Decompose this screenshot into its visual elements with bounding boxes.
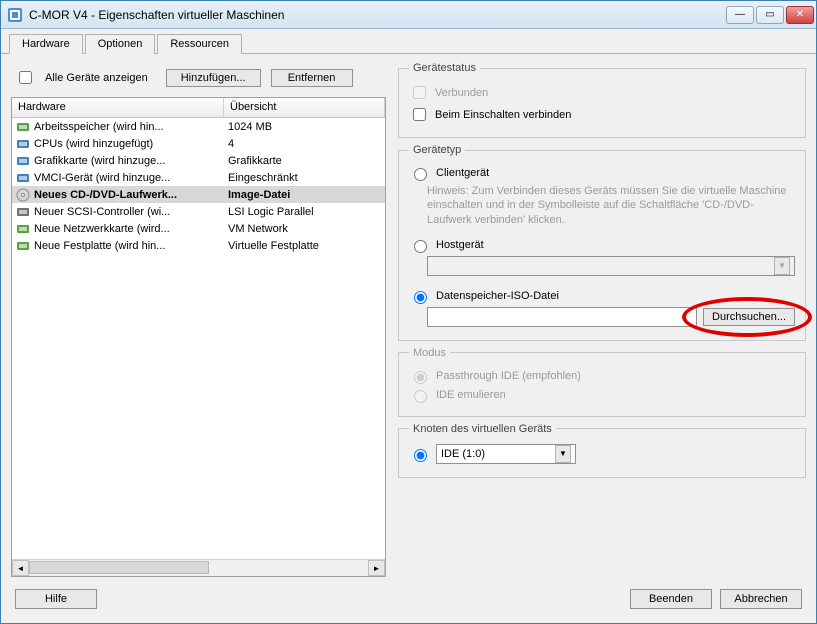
node-radio[interactable] <box>414 449 427 462</box>
footer: Hilfe Beenden Abbrechen <box>1 579 816 623</box>
client-device-label: Clientgerät <box>436 167 489 179</box>
left-pane: Alle Geräte anzeigen Hinzufügen... Entfe… <box>11 60 386 577</box>
connected-checkbox <box>413 86 426 99</box>
show-all-checkbox[interactable] <box>19 71 32 84</box>
tabs: Hardware Optionen Ressourcen <box>1 29 816 54</box>
row-overview: LSI Logic Parallel <box>224 206 385 218</box>
iso-label: Datenspeicher-ISO-Datei <box>436 290 559 302</box>
device-status-group: Gerätestatus Verbunden Beim Einschalten … <box>398 62 806 138</box>
table-row[interactable]: Neue Festplatte (wird hin... Virtuelle Fe… <box>12 237 385 254</box>
table-row[interactable]: Neues CD-/DVD-Laufwerk... Image-Datei <box>12 186 385 203</box>
passthrough-radio <box>414 371 427 384</box>
titlebar: C-MOR V4 - Eigenschaften virtueller Masc… <box>1 1 816 29</box>
scroll-right-icon[interactable]: ► <box>368 560 385 576</box>
device-type-group: Gerätetyp Clientgerät Hinweis: Zum Verbi… <box>398 144 806 341</box>
cancel-button[interactable]: Abbrechen <box>720 589 802 609</box>
row-name: Neuer SCSI-Controller (wi... <box>34 206 170 218</box>
device-type-legend: Gerätetyp <box>409 144 465 156</box>
mode-group: Modus Passthrough IDE (empfohlen) IDE em… <box>398 347 806 417</box>
window: C-MOR V4 - Eigenschaften virtueller Masc… <box>0 0 817 624</box>
row-name: Neues CD-/DVD-Laufwerk... <box>34 189 177 201</box>
row-name: Grafikkarte (wird hinzuge... <box>34 155 165 167</box>
ram-icon <box>16 120 30 134</box>
client-device-radio[interactable] <box>414 168 427 181</box>
passthrough-label: Passthrough IDE (empfohlen) <box>436 370 581 382</box>
poweron-connect-label: Beim Einschalten verbinden <box>435 109 571 121</box>
col-overview[interactable]: Übersicht <box>224 98 385 117</box>
table-row[interactable]: Arbeitsspeicher (wird hin... 1024 MB <box>12 118 385 135</box>
hdd-icon <box>16 239 30 253</box>
hardware-list: Hardware Übersicht Arbeitsspeicher (wird… <box>11 97 386 577</box>
row-overview: Image-Datei <box>224 189 385 201</box>
poweron-connect-checkbox[interactable] <box>413 108 426 121</box>
help-button[interactable]: Hilfe <box>15 589 97 609</box>
virtual-node-group: Knoten des virtuellen Geräts IDE (1:0) ▼ <box>398 423 806 478</box>
right-pane: Gerätestatus Verbunden Beim Einschalten … <box>398 60 806 577</box>
mode-legend: Modus <box>409 347 450 359</box>
scroll-thumb[interactable] <box>29 561 209 574</box>
row-overview: 4 <box>224 138 385 150</box>
row-overview: 1024 MB <box>224 121 385 133</box>
h-scrollbar[interactable]: ◄ ► <box>12 559 385 576</box>
connected-label: Verbunden <box>435 87 488 99</box>
host-device-label: Hostgerät <box>436 239 484 251</box>
finish-button[interactable]: Beenden <box>630 589 712 609</box>
client-hint: Hinweis: Zum Verbinden dieses Geräts müs… <box>427 184 795 227</box>
host-device-select: ▼ <box>427 256 795 276</box>
row-overview: VM Network <box>224 223 385 235</box>
node-select[interactable]: IDE (1:0) ▼ <box>436 444 576 464</box>
close-button[interactable]: ✕ <box>786 6 814 24</box>
vmcidev-icon <box>16 171 30 185</box>
row-name: VMCI-Gerät (wird hinzuge... <box>34 172 170 184</box>
iso-radio[interactable] <box>414 291 427 304</box>
device-status-legend: Gerätestatus <box>409 62 480 74</box>
add-button[interactable]: Hinzufügen... <box>166 69 261 87</box>
browse-button[interactable]: Durchsuchen... <box>703 308 795 326</box>
app-icon <box>7 7 23 23</box>
row-overview: Grafikkarte <box>224 155 385 167</box>
row-name: Arbeitsspeicher (wird hin... <box>34 121 164 133</box>
scsi-icon <box>16 205 30 219</box>
iso-path-input[interactable] <box>427 307 697 327</box>
tab-options[interactable]: Optionen <box>85 34 156 54</box>
node-value: IDE (1:0) <box>441 448 485 460</box>
minimize-button[interactable]: — <box>726 6 754 24</box>
cpu-icon <box>16 137 30 151</box>
maximize-button[interactable]: ▭ <box>756 6 784 24</box>
gpu-icon <box>16 154 30 168</box>
emulate-radio <box>414 390 427 403</box>
show-all-label: Alle Geräte anzeigen <box>45 72 148 84</box>
row-overview: Eingeschränkt <box>224 172 385 184</box>
table-row[interactable]: CPUs (wird hinzugefügt) 4 <box>12 135 385 152</box>
col-hardware[interactable]: Hardware <box>12 98 224 117</box>
content: Alle Geräte anzeigen Hinzufügen... Entfe… <box>1 54 816 579</box>
chevron-down-icon: ▼ <box>774 257 790 275</box>
window-title: C-MOR V4 - Eigenschaften virtueller Masc… <box>29 8 724 22</box>
table-row[interactable]: Neuer SCSI-Controller (wi... LSI Logic Pa… <box>12 203 385 220</box>
row-name: Neue Netzwerkkarte (wird... <box>34 223 170 235</box>
row-name: Neue Festplatte (wird hin... <box>34 240 165 252</box>
emulate-label: IDE emulieren <box>436 389 506 401</box>
table-row[interactable]: Neue Netzwerkkarte (wird... VM Network <box>12 220 385 237</box>
remove-button[interactable]: Entfernen <box>271 69 353 87</box>
row-name: CPUs (wird hinzugefügt) <box>34 138 153 150</box>
tab-resources[interactable]: Ressourcen <box>157 34 242 54</box>
scroll-left-icon[interactable]: ◄ <box>12 560 29 576</box>
tab-hardware[interactable]: Hardware <box>9 34 83 54</box>
table-row[interactable]: VMCI-Gerät (wird hinzuge... Eingeschränkt <box>12 169 385 186</box>
row-overview: Virtuelle Festplatte <box>224 240 385 252</box>
table-row[interactable]: Grafikkarte (wird hinzuge... Grafikkarte <box>12 152 385 169</box>
host-device-radio[interactable] <box>414 240 427 253</box>
nic-icon <box>16 222 30 236</box>
virtual-node-legend: Knoten des virtuellen Geräts <box>409 423 556 435</box>
cd-icon <box>16 188 30 202</box>
chevron-down-icon[interactable]: ▼ <box>555 445 571 463</box>
